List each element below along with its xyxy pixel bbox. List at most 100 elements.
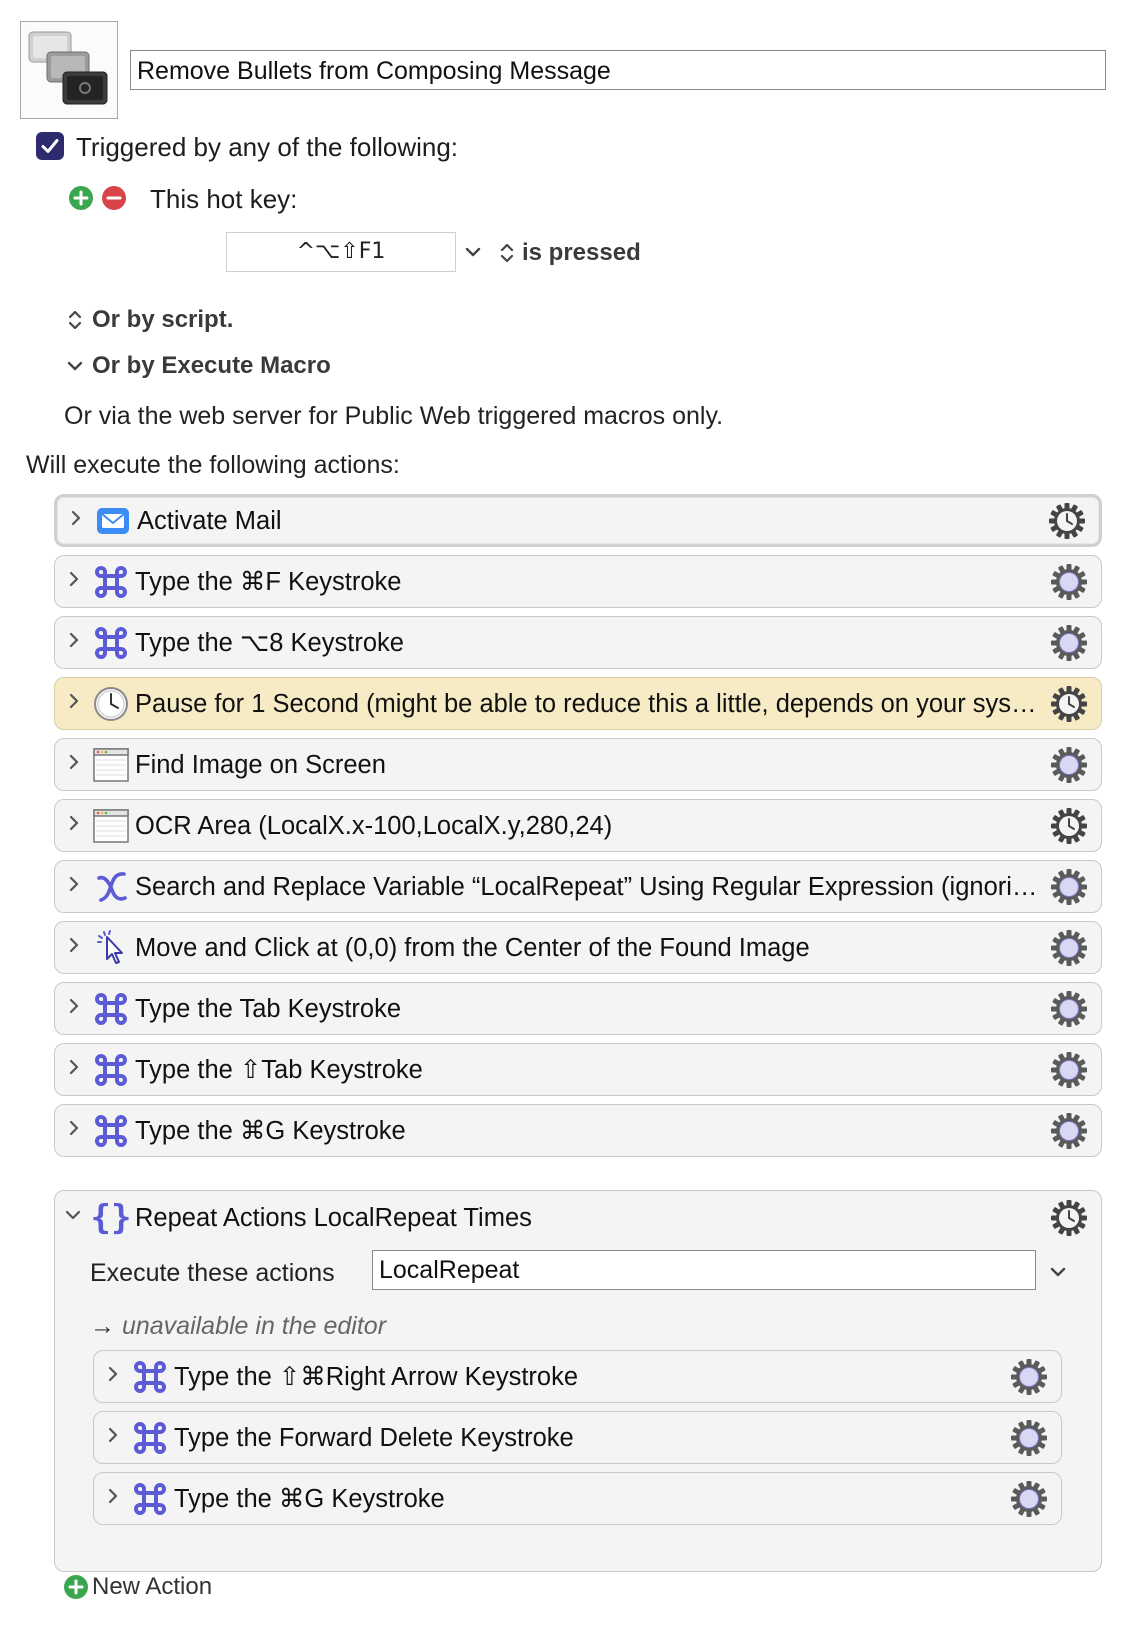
gear-icon[interactable] xyxy=(1049,1050,1089,1090)
action-row[interactable]: Move and Click at (0,0) from the Center … xyxy=(54,921,1102,974)
gear-icon[interactable] xyxy=(1049,1111,1089,1151)
new-action-button[interactable]: New Action xyxy=(64,1572,212,1602)
checkmark-icon xyxy=(41,139,59,153)
action-row[interactable]: Type the ⌘G Keystroke xyxy=(93,1472,1062,1525)
actions-header: Will execute the following actions: xyxy=(26,451,400,479)
chevron-down-icon xyxy=(67,361,83,371)
chevron-right-icon[interactable] xyxy=(55,874,91,900)
command-key-icon xyxy=(91,623,131,663)
command-key-icon xyxy=(130,1357,170,1397)
plus-icon xyxy=(73,190,89,206)
trigger-label: Triggered by any of the following: xyxy=(76,132,459,162)
hotkey-field[interactable]: ^⌥⇧F1 xyxy=(226,232,456,272)
action-row[interactable]: Type the ⌘G Keystroke xyxy=(54,1104,1102,1157)
gear-icon[interactable] xyxy=(1047,501,1087,541)
action-title: Find Image on Screen xyxy=(135,750,386,779)
variable-x-icon xyxy=(91,867,131,907)
macro-icon[interactable] xyxy=(20,21,118,119)
trigger-enabled-checkbox[interactable] xyxy=(36,132,64,160)
chevron-right-icon[interactable] xyxy=(94,1364,130,1390)
updown-chevron-icon xyxy=(500,243,514,263)
braces-icon: {} xyxy=(90,1197,132,1238)
action-row[interactable]: Pause for 1 Second (might be able to red… xyxy=(54,677,1102,730)
repeat-group-header[interactable]: {} Repeat Actions LocalRepeat Times xyxy=(55,1191,1101,1244)
unavailable-note: → unavailable in the editor xyxy=(90,1311,386,1341)
gear-icon[interactable] xyxy=(1049,989,1089,1029)
gear-icon[interactable] xyxy=(1049,684,1089,724)
action-title: Type the ⌥8 Keystroke xyxy=(135,628,404,657)
macro-name-field[interactable]: Remove Bullets from Composing Message xyxy=(130,50,1106,90)
action-title: OCR Area (LocalX.x-100,LocalX.y,280,24) xyxy=(135,811,613,840)
unavailable-text: unavailable in the editor xyxy=(121,1312,387,1340)
repeat-count-dropdown-chevron-icon[interactable] xyxy=(1046,1260,1070,1284)
command-key-icon xyxy=(130,1418,170,1458)
gear-icon[interactable] xyxy=(1049,623,1089,663)
chevron-right-icon[interactable] xyxy=(55,691,91,717)
mouse-click-icon xyxy=(91,928,131,968)
chevron-right-icon[interactable] xyxy=(55,996,91,1022)
window-icon xyxy=(91,745,131,785)
macro-windows-icon xyxy=(28,31,108,105)
action-title: Type the ⇧⌘Right Arrow Keystroke xyxy=(174,1362,579,1391)
action-title: Type the ⇧Tab Keystroke xyxy=(135,1055,423,1084)
chevron-right-icon[interactable] xyxy=(55,569,91,595)
chevron-right-icon[interactable] xyxy=(55,1057,91,1083)
chevron-right-icon[interactable] xyxy=(94,1486,130,1512)
mail-icon xyxy=(93,501,133,541)
chevron-right-icon[interactable] xyxy=(55,813,91,839)
add-trigger-button[interactable] xyxy=(69,186,93,210)
action-row[interactable]: Type the ⇧Tab Keystroke xyxy=(54,1043,1102,1096)
action-row[interactable]: Type the ⌘F Keystroke xyxy=(54,555,1102,608)
web-server-note: Or via the web server for Public Web tri… xyxy=(64,402,724,430)
action-title: Type the Forward Delete Keystroke xyxy=(174,1423,574,1452)
action-row[interactable]: Search and Replace Variable “LocalRepeat… xyxy=(54,860,1102,913)
hotkey-mode-label: is pressed xyxy=(522,239,641,266)
hotkey-mode-popup[interactable]: is pressed xyxy=(498,238,641,268)
window-icon xyxy=(91,806,131,846)
gear-icon[interactable] xyxy=(1049,562,1089,602)
action-row[interactable]: OCR Area (LocalX.x-100,LocalX.y,280,24) xyxy=(54,799,1102,852)
action-title: Type the ⌘G Keystroke xyxy=(174,1484,445,1513)
gear-icon[interactable] xyxy=(1049,745,1089,785)
gear-icon[interactable] xyxy=(1009,1418,1049,1458)
hotkey-dropdown-chevron-icon[interactable] xyxy=(462,240,484,264)
hotkey-label: This hot key: xyxy=(150,184,298,214)
action-row[interactable]: Type the Tab Keystroke xyxy=(54,982,1102,1035)
repeat-count-field[interactable]: LocalRepeat xyxy=(372,1250,1036,1290)
gear-icon[interactable] xyxy=(1049,928,1089,968)
execute-these-actions-label: Execute these actions xyxy=(90,1259,335,1287)
chevron-right-icon[interactable] xyxy=(94,1425,130,1451)
action-title: Type the ⌘G Keystroke xyxy=(135,1116,406,1145)
chevron-right-icon[interactable] xyxy=(57,508,93,534)
command-key-icon xyxy=(130,1479,170,1519)
execute-macro-disclosure[interactable]: Or by Execute Macro xyxy=(66,351,331,381)
action-row[interactable]: Find Image on Screen xyxy=(54,738,1102,791)
action-row[interactable]: Type the ⇧⌘Right Arrow Keystroke xyxy=(93,1350,1062,1403)
action-title: Move and Click at (0,0) from the Center … xyxy=(135,933,810,962)
action-row[interactable]: Type the ⌥8 Keystroke xyxy=(54,616,1102,669)
action-row[interactable]: Type the Forward Delete Keystroke xyxy=(93,1411,1062,1464)
remove-trigger-button[interactable] xyxy=(102,186,126,210)
action-title: Pause for 1 Second (might be able to red… xyxy=(135,689,1049,718)
command-key-icon xyxy=(91,1111,131,1151)
gear-icon[interactable] xyxy=(1049,867,1089,907)
script-trigger-popup[interactable]: Or by script. xyxy=(66,305,233,335)
command-key-icon xyxy=(91,562,131,602)
action-title: Search and Replace Variable “LocalRepeat… xyxy=(135,872,1049,901)
action-row[interactable]: Activate Mail xyxy=(54,494,1102,547)
chevron-right-icon[interactable] xyxy=(55,630,91,656)
gear-icon[interactable] xyxy=(1009,1357,1049,1397)
chevron-right-icon[interactable] xyxy=(55,752,91,778)
minus-icon xyxy=(106,196,122,200)
command-key-icon xyxy=(91,1050,131,1090)
gear-icon[interactable] xyxy=(1049,1198,1089,1238)
gear-icon[interactable] xyxy=(1049,806,1089,846)
chevron-right-icon[interactable] xyxy=(55,935,91,961)
execute-macro-label: Or by Execute Macro xyxy=(92,352,331,379)
gear-icon[interactable] xyxy=(1009,1479,1049,1519)
chevron-right-icon[interactable] xyxy=(55,1118,91,1144)
action-title: Type the ⌘F Keystroke xyxy=(135,567,402,596)
repeat-group-title: Repeat Actions LocalRepeat Times xyxy=(135,1203,532,1232)
chevron-down-icon[interactable] xyxy=(55,1205,91,1231)
plus-icon xyxy=(64,1575,88,1599)
